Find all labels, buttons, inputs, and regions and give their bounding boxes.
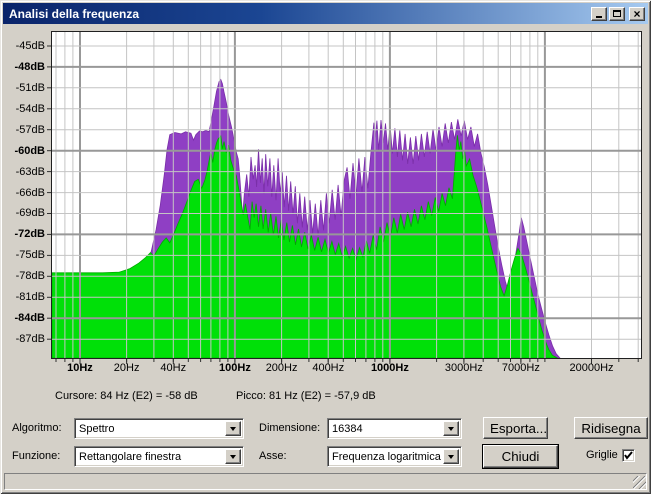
y-axis-label: -69dB — [0, 206, 45, 220]
function-combobox[interactable]: Rettangolare finestra — [74, 446, 244, 467]
axis-combobox[interactable]: Frequenza logaritmica — [327, 446, 462, 467]
close-icon: × — [633, 9, 640, 19]
algorithm-label: Algoritmo: — [12, 418, 62, 439]
y-axis-label: -66dB — [0, 186, 45, 200]
status-bar — [4, 473, 647, 490]
size-value: 16384 — [332, 421, 441, 437]
y-axis-label: -84dB — [0, 311, 45, 325]
chevron-down-icon — [230, 455, 236, 459]
algorithm-dropdown-button[interactable] — [225, 421, 241, 436]
checkmark-icon — [623, 450, 634, 461]
axis-dropdown-button[interactable] — [443, 449, 459, 464]
minimize-button[interactable] — [591, 7, 607, 21]
y-axis-label: -81dB — [0, 290, 45, 304]
y-axis-label: -78dB — [0, 269, 45, 283]
frequency-analysis-window: Analisi della frequenza × -45dB -48dB -51d… — [0, 0, 651, 494]
y-axis-label: -48dB — [0, 60, 45, 74]
y-axis-label: -75dB — [0, 248, 45, 262]
close-button[interactable]: × — [629, 7, 645, 21]
plot-area[interactable] — [46, 28, 647, 368]
size-combobox[interactable]: 16384 — [327, 418, 462, 439]
export-button[interactable]: Esporta... — [483, 417, 548, 439]
y-axis-label: -45dB — [0, 39, 45, 53]
grids-label: Griglie — [586, 445, 618, 466]
minimize-icon — [596, 16, 602, 18]
y-axis-label: -57dB — [0, 123, 45, 137]
y-axis-label: -60dB — [0, 144, 45, 158]
spectrum-plot — [46, 28, 647, 368]
window-title: Analisi della frequenza — [9, 7, 589, 21]
size-label: Dimensione: — [259, 418, 320, 439]
resize-grip[interactable] — [633, 476, 646, 489]
y-axis-label: -87dB — [0, 332, 45, 346]
function-dropdown-button[interactable] — [225, 449, 241, 464]
cursor-readout: Cursore: 84 Hz (E2) = -58 dB — [55, 389, 198, 403]
algorithm-combobox[interactable]: Spettro — [74, 418, 244, 439]
chevron-down-icon — [448, 455, 454, 459]
function-value: Rettangolare finestra — [79, 449, 223, 465]
algorithm-value: Spettro — [79, 421, 223, 437]
redraw-button[interactable]: Ridisegna — [574, 417, 648, 439]
maximize-button[interactable] — [609, 7, 625, 21]
function-label: Funzione: — [12, 446, 60, 467]
y-axis-label: -54dB — [0, 102, 45, 116]
chevron-down-icon — [230, 427, 236, 431]
size-dropdown-button[interactable] — [443, 421, 459, 436]
maximize-icon — [613, 10, 621, 17]
title-bar: Analisi della frequenza × — [3, 3, 648, 24]
grids-checkbox[interactable] — [622, 449, 635, 462]
chevron-down-icon — [448, 427, 454, 431]
y-axis-label: -72dB — [0, 227, 45, 241]
axis-value: Frequenza logaritmica — [332, 449, 441, 465]
peak-readout: Picco: 81 Hz (E2) = -57,9 dB — [236, 389, 376, 403]
close-dialog-button[interactable]: Chiudi — [483, 445, 558, 468]
y-axis-label: -51dB — [0, 81, 45, 95]
axis-label: Asse: — [259, 446, 287, 467]
y-axis-label: -63dB — [0, 165, 45, 179]
